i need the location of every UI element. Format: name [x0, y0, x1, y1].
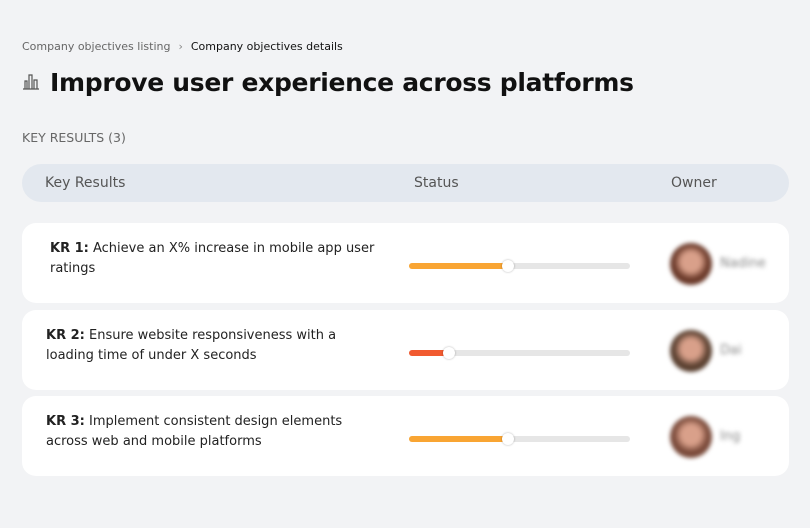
building-chart-icon — [22, 72, 40, 94]
page-title: Improve user experience across platforms — [22, 68, 634, 97]
key-result-id: KR 2: — [46, 328, 85, 343]
chevron-right-icon: › — [178, 40, 183, 53]
progress-bar[interactable] — [409, 433, 630, 445]
key-result-description: Achieve an X% increase in mobile app use… — [50, 241, 375, 276]
header-owner: Owner — [671, 175, 717, 191]
owner-name: Nadine — [720, 256, 766, 271]
key-results-count: KEY RESULTS (3) — [22, 130, 126, 145]
progress-fill — [409, 263, 509, 269]
table-row[interactable]: KR 3: Implement consistent design elemen… — [22, 396, 789, 476]
key-result-id: KR 1: — [50, 241, 89, 256]
breadcrumb-link-listing[interactable]: Company objectives listing — [22, 40, 170, 53]
avatar — [670, 330, 712, 372]
progress-handle[interactable] — [502, 433, 515, 445]
avatar — [670, 416, 712, 458]
avatar — [670, 243, 712, 285]
header-status: Status — [414, 175, 459, 191]
table-row[interactable]: KR 1: Achieve an X% increase in mobile a… — [22, 223, 789, 303]
owner-name: Ing — [720, 429, 741, 444]
table-row[interactable]: KR 2: Ensure website responsiveness with… — [22, 310, 789, 390]
owner-name: Dai — [720, 343, 742, 358]
breadcrumb-current: Company objectives details — [190, 40, 343, 53]
key-result-text: KR 1: Achieve an X% increase in mobile a… — [50, 239, 380, 279]
objective-title: Improve user experience across platforms — [50, 68, 634, 97]
key-result-description: Ensure website responsiveness with a loa… — [46, 328, 337, 363]
breadcrumb: Company objectives listing › Company obj… — [22, 40, 343, 53]
table-header: Key Results Status Owner — [22, 164, 789, 202]
progress-fill — [409, 436, 509, 442]
progress-bar[interactable] — [409, 260, 630, 272]
header-key-results: Key Results — [45, 175, 126, 191]
key-result-id: KR 3: — [46, 414, 85, 429]
progress-handle[interactable] — [502, 260, 515, 272]
key-result-description: Implement consistent design elements acr… — [46, 414, 343, 449]
progress-handle[interactable] — [442, 347, 455, 359]
progress-bar[interactable] — [409, 347, 630, 359]
key-result-text: KR 3: Implement consistent design elemen… — [46, 412, 376, 452]
key-result-text: KR 2: Ensure website responsiveness with… — [46, 326, 376, 366]
